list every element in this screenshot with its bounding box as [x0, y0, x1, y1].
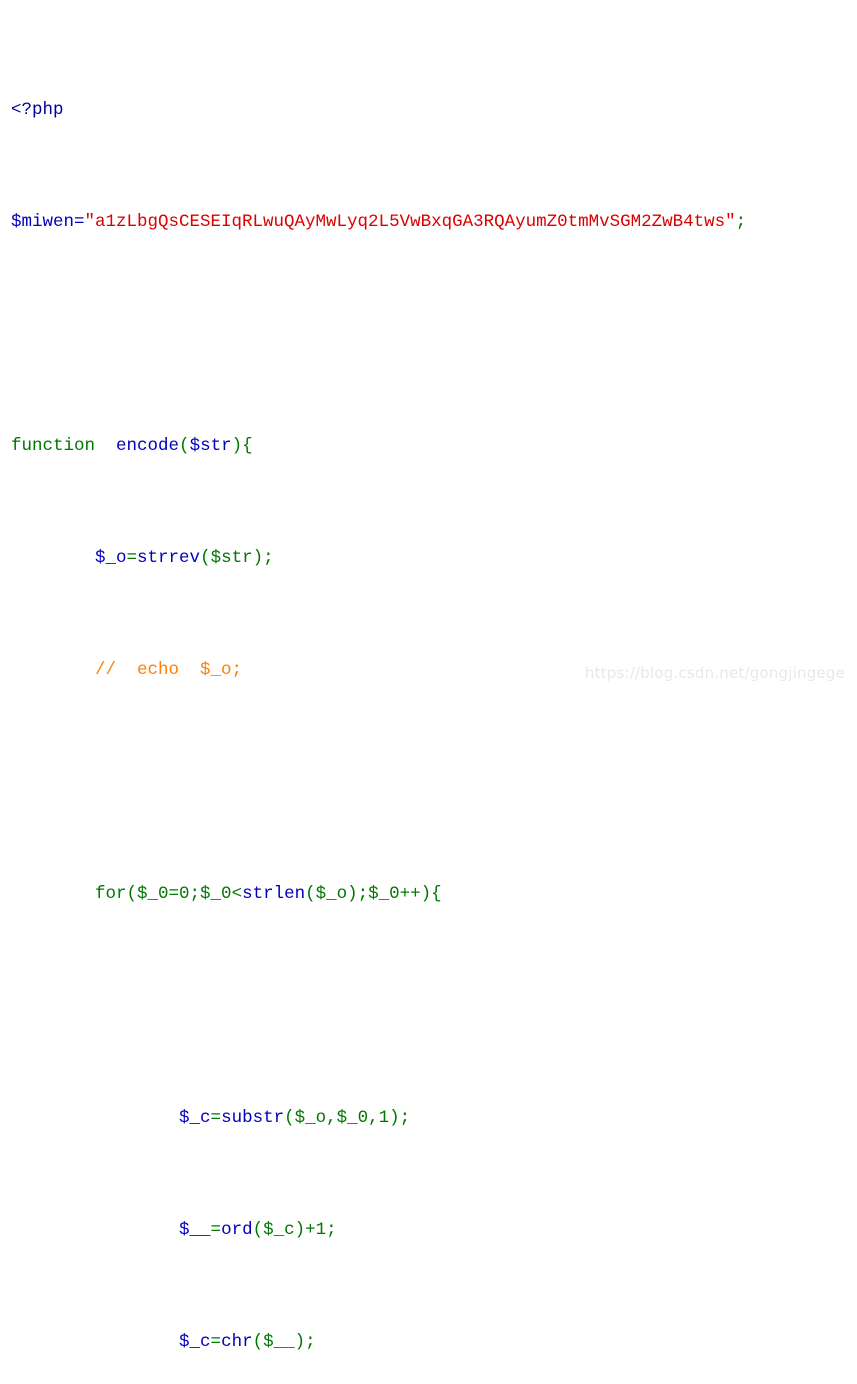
csdn-watermark: https://blog.csdn.net/gongjingege — [584, 664, 845, 682]
args-chr: ($__); — [252, 1332, 316, 1352]
for-rest: ($_o);$_0++) — [305, 884, 432, 904]
operator-assign-3: = — [210, 1220, 222, 1240]
code-line-substr: $_c=substr($_o,$_0,1); — [11, 1104, 746, 1132]
variable-dunder: $__ — [179, 1220, 211, 1240]
code-line-blank-1 — [11, 320, 746, 348]
miwen-string-literal: "a1zLbgQsCESEIqRLwuQAyMwLyq2L5VwBxqGA3RQ… — [84, 212, 736, 232]
call-ord: ord — [221, 1220, 253, 1240]
brace-open-for: { — [431, 884, 442, 904]
variable-miwen: $miwen= — [11, 212, 85, 232]
variable-c-2: $_c — [179, 1332, 211, 1352]
variable-c: $_c — [179, 1108, 211, 1128]
brace-open-fn: { — [242, 436, 253, 456]
comment-echo: // echo $_o; — [95, 660, 243, 680]
code-line-function-decl: function encode($str){ — [11, 432, 746, 460]
operator-assign-4: = — [210, 1332, 222, 1352]
paren-open: ( — [179, 436, 190, 456]
indent-1 — [11, 548, 95, 568]
operator-lt: < — [231, 884, 243, 904]
code-line-miwen-assignment: $miwen="a1zLbgQsCESEIqRLwuQAyMwLyq2L5VwB… — [11, 208, 746, 236]
args-substr: ($_o,$_0,1); — [284, 1108, 411, 1128]
keyword-function: function — [11, 436, 96, 456]
indent-5 — [11, 1220, 179, 1240]
variable-o: $_o — [95, 548, 127, 568]
code-line-strrev: $_o=strrev($str); — [11, 544, 746, 572]
args-ord: ($_c)+1; — [252, 1220, 337, 1240]
php-open-tag: <?php — [11, 100, 64, 120]
code-viewport: <?php $miwen="a1zLbgQsCESEIqRLwuQAyMwLyq… — [0, 0, 857, 1352]
operator-assign-2: = — [210, 1108, 222, 1128]
php-source-code: <?php $miwen="a1zLbgQsCESEIqRLwuQAyMwLyq… — [11, 12, 746, 1384]
indent-3 — [11, 884, 95, 904]
code-line-blank-3 — [11, 992, 746, 1020]
code-line-chr: $_c=chr($__); — [11, 1328, 746, 1356]
code-line-open-tag: <?php — [11, 96, 746, 124]
call-strlen: strlen — [242, 884, 306, 904]
paren-close: ) — [231, 436, 243, 456]
statement-terminator: ; — [735, 212, 747, 232]
call-chr: chr — [221, 1332, 253, 1352]
keyword-for: for — [95, 884, 127, 904]
indent-2 — [11, 660, 95, 680]
indent-6 — [11, 1332, 179, 1352]
spacer-1 — [95, 436, 116, 456]
args-strrev: ($str); — [200, 548, 274, 568]
function-name-encode: encode — [116, 436, 180, 456]
call-strrev: strrev — [137, 548, 201, 568]
code-line-for-loop: for($_0=0;$_0<strlen($_o);$_0++){ — [11, 880, 746, 908]
param-str: $str — [189, 436, 232, 456]
code-line-blank-2 — [11, 768, 746, 796]
call-substr: substr — [221, 1108, 285, 1128]
code-line-ord: $__=ord($_c)+1; — [11, 1216, 746, 1244]
indent-4 — [11, 1108, 179, 1128]
for-init: ($_0=0;$_0 — [126, 884, 232, 904]
operator-assign-1: = — [126, 548, 138, 568]
